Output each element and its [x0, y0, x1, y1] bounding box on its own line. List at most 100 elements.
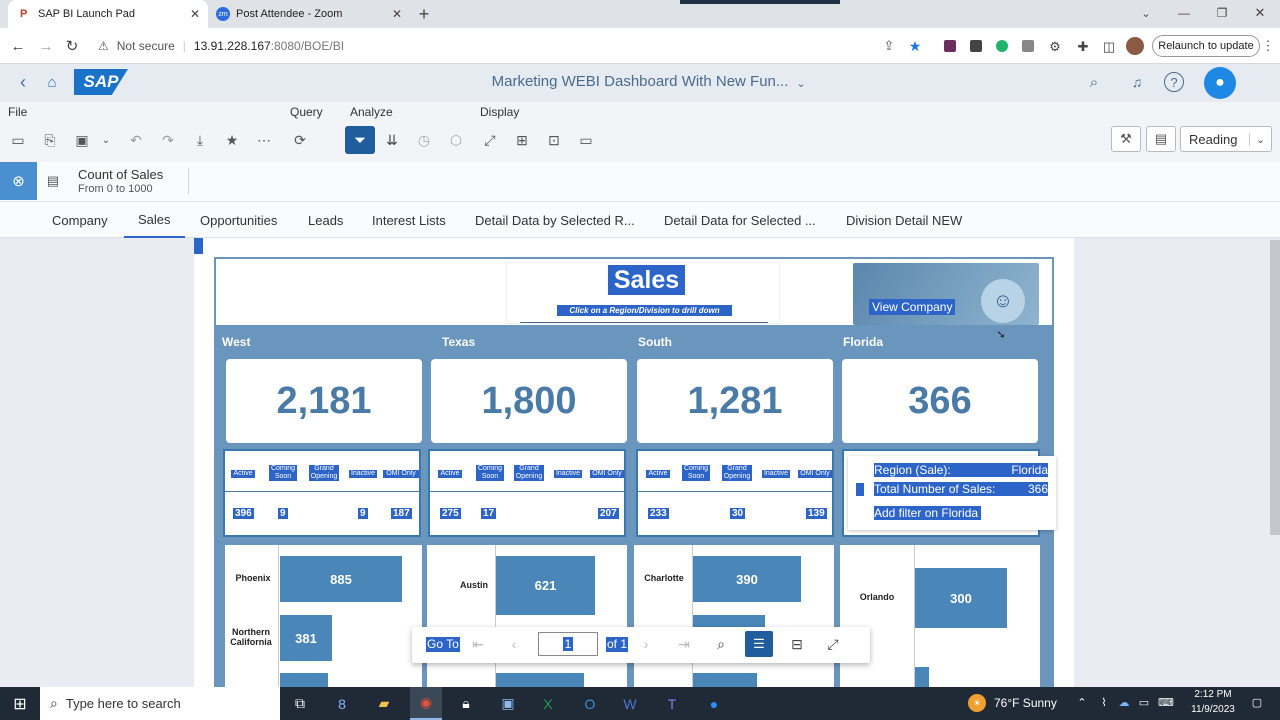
prev-page-icon[interactable]: ‹	[506, 635, 522, 653]
close-window-icon[interactable]: ✕	[1252, 4, 1268, 22]
task-view-icon[interactable]: ⧉	[284, 687, 316, 720]
back-icon[interactable]: ‹	[14, 72, 32, 92]
user-avatar-icon[interactable]: ●	[1204, 67, 1236, 99]
share-icon[interactable]: ⇪	[880, 37, 898, 55]
tab-interest-lists[interactable]: Interest Lists	[372, 202, 446, 238]
page-mode-icon[interactable]: ☰	[745, 631, 773, 657]
open-document-icon[interactable]: ⎘	[39, 129, 61, 151]
new-document-icon[interactable]: ▭	[7, 129, 29, 151]
network-icon[interactable]: ⌇	[1096, 693, 1112, 711]
minimize-icon[interactable]: —	[1176, 4, 1192, 22]
bookmark-star-icon[interactable]: ★	[906, 37, 924, 55]
zoom-icon[interactable]: ⌕	[712, 635, 730, 653]
tab-zoom[interactable]: zm Post Attendee - Zoom ✕	[210, 0, 410, 28]
region-florida-total[interactable]: 366	[842, 359, 1038, 443]
chrome-icon[interactable]: ◉	[410, 687, 442, 720]
clipboard-icon[interactable]: ▤	[1146, 126, 1176, 152]
status-count[interactable]: 275	[440, 508, 461, 519]
drill-icon[interactable]: ⇊	[381, 129, 403, 151]
extensions-puzzle-icon[interactable]: ✚	[1074, 38, 1092, 56]
chevron-down-icon[interactable]: ⌄	[1138, 4, 1154, 22]
extension-icon[interactable]	[944, 40, 956, 52]
region-texas-label[interactable]: Texas	[442, 335, 475, 349]
region-west-total[interactable]: 2,181	[226, 359, 422, 443]
status-count[interactable]: 207	[598, 508, 619, 519]
close-tab-icon[interactable]: ✕	[392, 7, 402, 21]
city-label-orlando[interactable]: Orlando	[842, 592, 912, 602]
city-label-charlotte[interactable]: Charlotte	[636, 573, 692, 583]
keyboard-icon[interactable]: ⌨	[1156, 693, 1176, 711]
redo-icon[interactable]: ↷	[157, 129, 179, 151]
reload-icon[interactable]: ↻	[62, 36, 82, 56]
display-icon[interactable]: ▭	[1136, 693, 1152, 711]
bar-charlotte[interactable]: 390	[693, 556, 801, 602]
quick-display-icon[interactable]: ⊟	[788, 635, 806, 653]
security-lock-icon[interactable]: 🔒︎	[450, 687, 482, 720]
bar-orlando[interactable]: 300	[915, 568, 1007, 628]
page-number-input[interactable]: 1	[538, 632, 598, 656]
tab-sap-bi-launch-pad[interactable]: P SAP BI Launch Pad ✕	[8, 0, 208, 28]
relaunch-button[interactable]: Relaunch to update	[1152, 35, 1260, 57]
tab-opportunities[interactable]: Opportunities	[200, 202, 277, 238]
weather-sun-icon[interactable]: ☀	[968, 694, 986, 712]
file-explorer-icon[interactable]: ▰	[368, 687, 400, 720]
side-panel-icon[interactable]: ◫	[1100, 38, 1118, 56]
clock-date[interactable]: 11/9/2023	[1184, 704, 1242, 715]
fullscreen-icon[interactable]: ▭	[575, 129, 597, 151]
last-page-icon[interactable]: ⇥	[676, 635, 692, 653]
bar-partial[interactable]	[280, 673, 328, 687]
filter-title[interactable]: Count of Sales	[78, 167, 163, 182]
forward-icon[interactable]: →	[36, 36, 56, 56]
filter-icon[interactable]: ⏷	[345, 126, 375, 154]
region-south-total[interactable]: 1,281	[637, 359, 833, 443]
layout-icon[interactable]: ⊞	[511, 129, 533, 151]
region-florida-label[interactable]: Florida	[843, 335, 883, 349]
bar-northern-california[interactable]: 381	[280, 615, 332, 661]
extension-icon[interactable]	[1022, 40, 1034, 52]
chevron-up-icon[interactable]: ⌃	[1074, 693, 1090, 711]
fullscreen-icon[interactable]: ⤢	[824, 635, 842, 653]
address-bar[interactable]: ⚠ Not secure | 13.91.228.167 :8080/BOE/B…	[90, 34, 930, 58]
region-west-label[interactable]: West	[222, 335, 250, 349]
refresh-icon[interactable]: ⟳	[289, 129, 311, 151]
bar-partial[interactable]	[496, 673, 584, 687]
tab-detail-data-for-selected[interactable]: Detail Data for Selected ...	[664, 202, 816, 238]
app-icon[interactable]: ▣	[492, 687, 524, 720]
teams-icon[interactable]: T	[656, 687, 688, 720]
clock-time[interactable]: 2:12 PM	[1184, 689, 1242, 700]
analyze-menu-label[interactable]: Analyze	[350, 105, 393, 119]
save-icon[interactable]: ▣	[71, 129, 93, 151]
status-count[interactable]: 187	[391, 508, 412, 519]
cube-icon[interactable]: ⬡	[445, 129, 467, 151]
search-icon[interactable]: ⌕	[1084, 72, 1104, 92]
history-icon[interactable]: ◷	[413, 129, 435, 151]
home-icon[interactable]: ⌂	[42, 72, 62, 92]
excel-icon[interactable]: X	[532, 687, 564, 720]
notifications-icon[interactable]: ▢	[1248, 693, 1266, 711]
tab-company[interactable]: Company	[52, 202, 108, 238]
add-filter-florida-link[interactable]: Add filter on Florida	[874, 506, 982, 520]
tab-sales[interactable]: Sales	[124, 202, 185, 238]
query-menu-label[interactable]: Query	[290, 105, 323, 119]
status-count[interactable]: 396	[233, 508, 254, 519]
maximize-icon[interactable]: ❐	[1214, 4, 1230, 22]
status-count[interactable]: 9	[278, 508, 288, 519]
notification-bell-icon[interactable]: ♫	[1127, 72, 1147, 92]
view-company-button[interactable]: View Company ☺	[853, 263, 1039, 325]
status-count[interactable]: 30	[730, 508, 746, 519]
weather-text[interactable]: 76°F Sunny	[994, 696, 1057, 710]
vertical-scrollbar[interactable]	[1270, 240, 1280, 535]
more-icon[interactable]: ⋯	[253, 129, 275, 151]
bar-austin[interactable]: 621	[496, 556, 595, 615]
close-tab-icon[interactable]: ✕	[190, 7, 200, 21]
outlook-icon[interactable]: O	[574, 687, 606, 720]
city-label-austin[interactable]: Austin	[447, 580, 501, 590]
bar-phoenix[interactable]: 885	[280, 556, 402, 602]
tab-detail-data-by-region[interactable]: Detail Data by Selected R...	[475, 202, 635, 238]
favorite-star-icon[interactable]: ★	[221, 129, 243, 151]
back-icon[interactable]: ←	[8, 36, 28, 56]
undo-icon[interactable]: ↶	[125, 129, 147, 151]
city-label-phoenix[interactable]: Phoenix	[231, 573, 275, 583]
fit-icon[interactable]: ⊡	[543, 129, 565, 151]
more-menu-icon[interactable]: ⋮	[1262, 37, 1275, 55]
